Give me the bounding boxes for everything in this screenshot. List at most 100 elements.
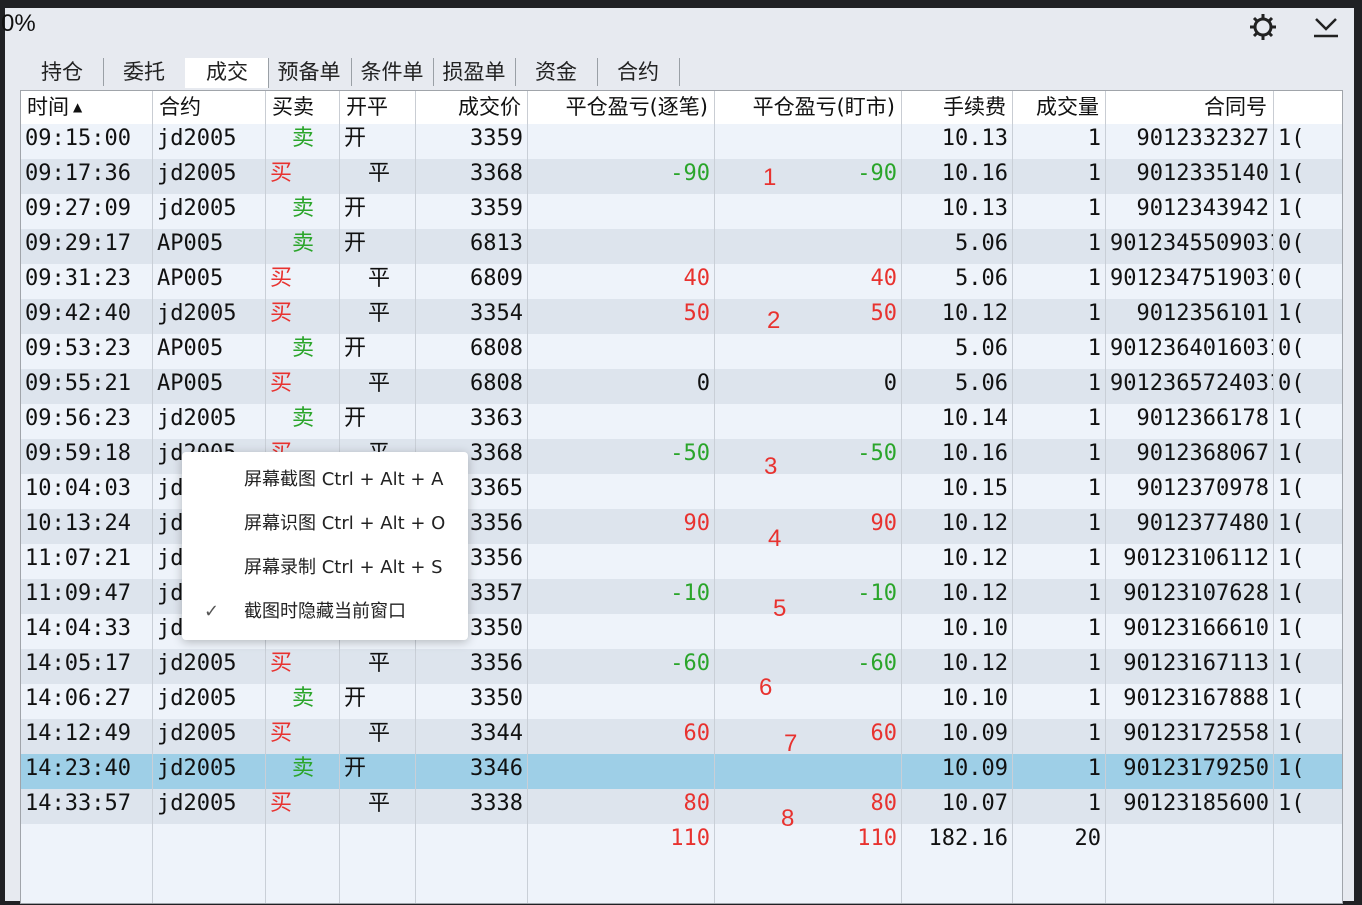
- column-header-4[interactable]: 成交价: [416, 91, 528, 124]
- cell-time: 14:12:49: [21, 719, 153, 754]
- table-row[interactable]: 14:06:27 jd2005 卖开 3350 10.10 1 90123167888 1(: [21, 684, 1342, 719]
- column-header-7[interactable]: 手续费: [902, 91, 1013, 124]
- context-menu-item-2[interactable]: 屏幕录制 Ctrl + Alt + S: [182, 546, 468, 590]
- empty-cell: [1013, 894, 1106, 903]
- cell-order_no: 90123166610: [1106, 614, 1274, 649]
- table-row[interactable]: 09:29:17AP005卖开6813 5.061901234550903110(: [21, 229, 1342, 264]
- cell-extra: 1(: [1274, 299, 1342, 334]
- cell-order_no: 90123172558: [1106, 719, 1274, 754]
- column-header-extra: [1274, 91, 1342, 124]
- cell-fee: 10.09: [902, 754, 1013, 789]
- cell-fee: 5.06: [902, 369, 1013, 404]
- cell-pnl_each: 80: [528, 789, 715, 824]
- cell-order_no: 9012368067: [1106, 439, 1274, 474]
- download-icon[interactable]: [1311, 12, 1341, 40]
- column-header-0[interactable]: 时间 ▲: [21, 91, 153, 124]
- column-header-8[interactable]: 成交量: [1013, 91, 1106, 124]
- cell-pnl_mark: -50: [715, 439, 902, 474]
- table-row[interactable]: 09:27:09 jd2005 卖开 3359 10.13 1 9012343942 1(: [21, 194, 1342, 229]
- context-menu-label: 屏幕截图 Ctrl + Alt + A: [244, 469, 444, 490]
- cell-price: 3346: [416, 754, 528, 789]
- cell-price: 6813: [416, 229, 528, 264]
- table-row[interactable]: 09:15:00 jd2005 卖开 3359 10.13 1 9012332327 1(: [21, 124, 1342, 159]
- context-menu-item-3[interactable]: ✓ 截图时隐藏当前窗口: [182, 590, 468, 634]
- tab-5[interactable]: 损盈单: [433, 58, 516, 86]
- cell-side: 买: [266, 264, 340, 299]
- cell-time: 10:13:24: [21, 509, 153, 544]
- cell-time: 09:27:09: [21, 194, 153, 229]
- cell-order_no: 9012366178: [1106, 404, 1274, 439]
- tab-0[interactable]: 持仓: [21, 58, 104, 86]
- cell-qty: 1: [1013, 229, 1106, 264]
- cell-contract: AP005: [153, 369, 266, 404]
- column-header-6[interactable]: 平仓盈亏(盯市): [715, 91, 902, 124]
- cell-fee: 10.12: [902, 544, 1013, 579]
- total-contract: [153, 824, 266, 859]
- cell-openclose: 开: [340, 124, 416, 159]
- table-row[interactable]: 09:56:23 jd2005 卖开 3363 10.14 1 9012366178 1(: [21, 404, 1342, 439]
- context-menu-label: 屏幕录制 Ctrl + Alt + S: [244, 557, 443, 578]
- context-menu-item-1[interactable]: 屏幕识图 Ctrl + Alt + O: [182, 502, 468, 546]
- column-header-3[interactable]: 开平: [340, 91, 416, 124]
- table-row[interactable]: 09:53:23AP005卖开6808 5.061901236401603110(: [21, 334, 1342, 369]
- cell-order_no: 90123179250: [1106, 754, 1274, 789]
- cell-extra: 1(: [1274, 194, 1342, 229]
- cell-order_no: 90123106112: [1106, 544, 1274, 579]
- column-header-label: 成交量: [1036, 95, 1099, 119]
- table-row[interactable]: 14:05:17 jd2005 买平 3356 -60 -60 10.12 1 90123167…: [21, 649, 1342, 684]
- gear-icon[interactable]: [1248, 12, 1278, 40]
- cell-time: 11:07:21: [21, 544, 153, 579]
- tab-6[interactable]: 资金: [515, 58, 598, 86]
- table-row[interactable]: 14:12:49 jd2005 买平 3344 60 60 10.09 1 9012317255…: [21, 719, 1342, 754]
- cell-contract: jd2005: [153, 789, 266, 824]
- cell-pnl_each: [528, 334, 715, 369]
- cell-pnl_mark: [715, 194, 902, 229]
- empty-cell: [715, 859, 902, 894]
- cell-order_no: 9012356101: [1106, 299, 1274, 334]
- cell-pnl_mark: [715, 684, 902, 719]
- cell-price: 3363: [416, 404, 528, 439]
- cell-time: 09:55:21: [21, 369, 153, 404]
- column-header-2[interactable]: 买卖: [266, 91, 340, 124]
- empty-cell: [528, 859, 715, 894]
- table-row[interactable]: 14:33:57 jd2005 买平 3338 80 80 10.07 1 9012318560…: [21, 789, 1342, 824]
- annotation-number: 8: [781, 805, 795, 832]
- cell-qty: 1: [1013, 614, 1106, 649]
- annotation-number: 2: [767, 307, 781, 334]
- table-row[interactable]: 09:31:23 AP005 买平 6809 40 40 5.06 1 901234751903…: [21, 264, 1342, 299]
- cell-order_no: 90123167113: [1106, 649, 1274, 684]
- empty-cell: [153, 894, 266, 903]
- context-menu-item-0[interactable]: 屏幕截图 Ctrl + Alt + A: [182, 458, 468, 502]
- tab-7[interactable]: 合约: [597, 58, 680, 86]
- column-header-1[interactable]: 合约: [153, 91, 266, 124]
- cell-side: 卖: [266, 404, 340, 439]
- cell-order_no: 9012332327: [1106, 124, 1274, 159]
- table-row[interactable]: 09:17:36 jd2005 买平 3368 -90 -90 10.16 1 90123351…: [21, 159, 1342, 194]
- empty-cell: [21, 894, 153, 903]
- cell-extra: 1(: [1274, 789, 1342, 824]
- cell-fee: 10.15: [902, 474, 1013, 509]
- column-header-5[interactable]: 平仓盈亏(逐笔): [528, 91, 715, 124]
- cell-pnl_each: [528, 194, 715, 229]
- column-header-9[interactable]: 合同号: [1106, 91, 1274, 124]
- cell-fee: 10.16: [902, 159, 1013, 194]
- cell-pnl_mark: -90: [715, 159, 902, 194]
- cell-extra: 1(: [1274, 684, 1342, 719]
- tab-2[interactable]: 成交: [185, 58, 269, 88]
- cell-pnl_each: [528, 404, 715, 439]
- tab-3[interactable]: 预备单: [267, 58, 352, 86]
- tab-4[interactable]: 条件单: [351, 58, 434, 86]
- cell-pnl_mark: 80: [715, 789, 902, 824]
- table-row[interactable]: 14:23:40 jd2005 卖开 3346 10.09 1 90123179250 1(: [21, 754, 1342, 789]
- cell-time: 14:04:33: [21, 614, 153, 649]
- cell-qty: 1: [1013, 789, 1106, 824]
- empty-cell: [1106, 859, 1274, 894]
- cell-pnl_each: [528, 229, 715, 264]
- tab-1[interactable]: 委托: [103, 58, 186, 86]
- table-row[interactable]: 09:42:40 jd2005 买平 3354 50 50 10.12 1 9012356101…: [21, 299, 1342, 334]
- cell-qty: 1: [1013, 684, 1106, 719]
- cell-price: 6809: [416, 264, 528, 299]
- cell-pnl_mark: 90: [715, 509, 902, 544]
- cell-openclose: 平: [340, 264, 416, 299]
- table-row[interactable]: 09:55:21AP005买平6808005.06190123657240311…: [21, 369, 1342, 404]
